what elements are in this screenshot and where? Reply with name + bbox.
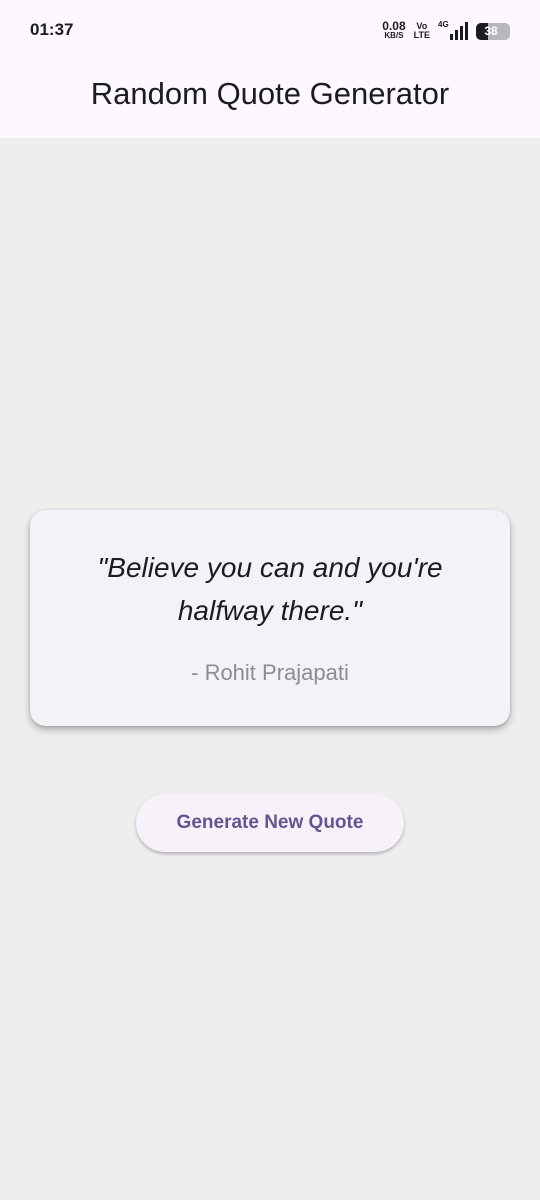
network-speed-value: 0.08: [382, 19, 406, 33]
app-title: Random Quote Generator: [90, 76, 450, 111]
app-header: 01:37 0.08 KB/S Vo LTE 4G 38 Random Quot…: [0, 0, 540, 138]
signal-bar: [460, 26, 463, 40]
signal-bars: [450, 22, 468, 40]
signal-bar: [450, 34, 453, 40]
network-speed-unit: KB/S: [384, 31, 404, 40]
volte-icon: Vo LTE: [414, 22, 430, 40]
generate-quote-button[interactable]: Generate New Quote: [136, 794, 404, 852]
quote-text: "Believe you can and you're halfway ther…: [97, 552, 443, 626]
signal-bar: [455, 30, 458, 40]
network-speed: 0.08 KB/S: [382, 19, 406, 40]
volte-bottom-text: LTE: [413, 30, 430, 40]
signal-icon: 4G: [438, 20, 468, 42]
status-indicators: 0.08 KB/S Vo LTE 4G 38: [382, 19, 510, 43]
quote-author: - Rohit Prajapati: [191, 660, 349, 685]
battery-level: 38: [484, 24, 498, 38]
status-time: 01:37: [30, 20, 74, 39]
signal-bar: [465, 22, 468, 40]
network-type: 4G: [438, 20, 449, 29]
battery-icon: 38: [476, 22, 510, 40]
quote-card: "Believe you can and you're halfway ther…: [30, 510, 510, 726]
